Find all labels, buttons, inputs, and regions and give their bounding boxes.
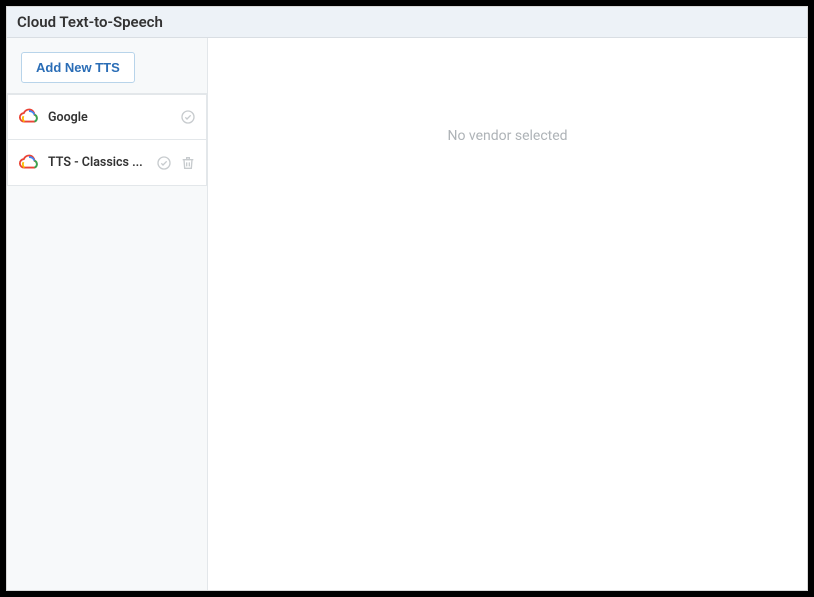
vendor-name-label: Google bbox=[48, 110, 172, 125]
app-window: Cloud Text-to-Speech Add New TTS Go bbox=[6, 6, 808, 591]
sidebar: Add New TTS Google bbox=[7, 38, 207, 590]
vendor-item-tts-classics[interactable]: TTS - Classics ... bbox=[7, 140, 207, 186]
add-button-wrap: Add New TTS bbox=[7, 48, 207, 93]
content-area: Add New TTS Google bbox=[7, 38, 807, 590]
add-new-tts-button[interactable]: Add New TTS bbox=[21, 52, 135, 83]
main-panel: No vendor selected bbox=[207, 38, 807, 590]
vendor-item-google[interactable]: Google bbox=[7, 94, 207, 140]
page-title: Cloud Text-to-Speech bbox=[7, 7, 807, 38]
trash-icon[interactable] bbox=[180, 155, 196, 171]
google-cloud-icon bbox=[18, 152, 40, 174]
vendor-list: Google bbox=[7, 93, 207, 186]
check-circle-icon bbox=[180, 109, 196, 125]
check-circle-icon bbox=[156, 155, 172, 171]
google-cloud-icon bbox=[18, 106, 40, 128]
empty-state-message: No vendor selected bbox=[208, 128, 807, 144]
vendor-name-label: TTS - Classics ... bbox=[48, 155, 148, 170]
